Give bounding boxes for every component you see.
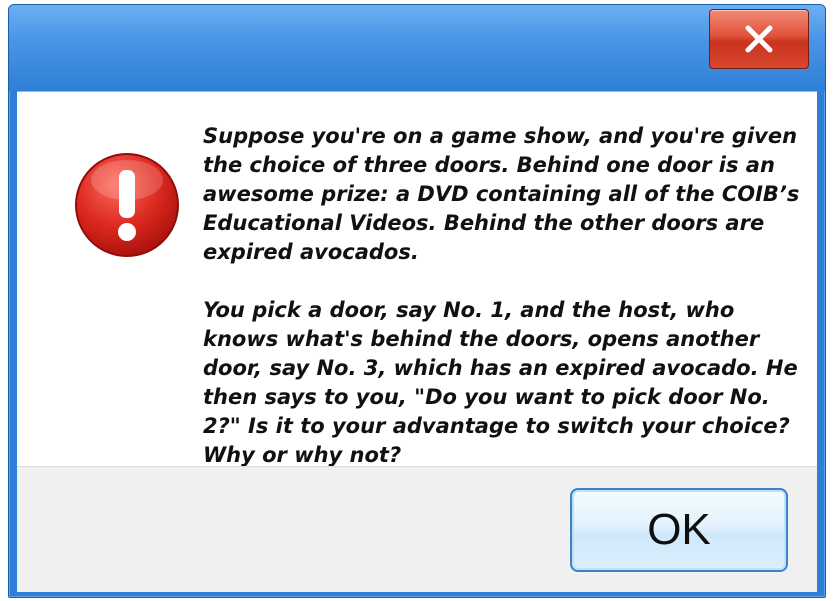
exclamation-alert-icon — [72, 150, 182, 260]
dialog-window: Suppose you're on a game show, and you'r… — [8, 4, 826, 598]
close-icon — [744, 24, 774, 54]
close-button[interactable] — [709, 9, 809, 69]
message-paragraph-2: You pick a door, say No. 1, and the host… — [203, 298, 798, 467]
dialog-footer: OK — [17, 466, 817, 592]
title-bar[interactable] — [9, 5, 825, 91]
dialog-message: Suppose you're on a game show, and you'r… — [203, 122, 811, 470]
ok-button[interactable]: OK — [570, 488, 788, 572]
dialog-content: Suppose you're on a game show, and you'r… — [17, 91, 817, 467]
message-paragraph-1: Suppose you're on a game show, and you'r… — [203, 124, 800, 264]
